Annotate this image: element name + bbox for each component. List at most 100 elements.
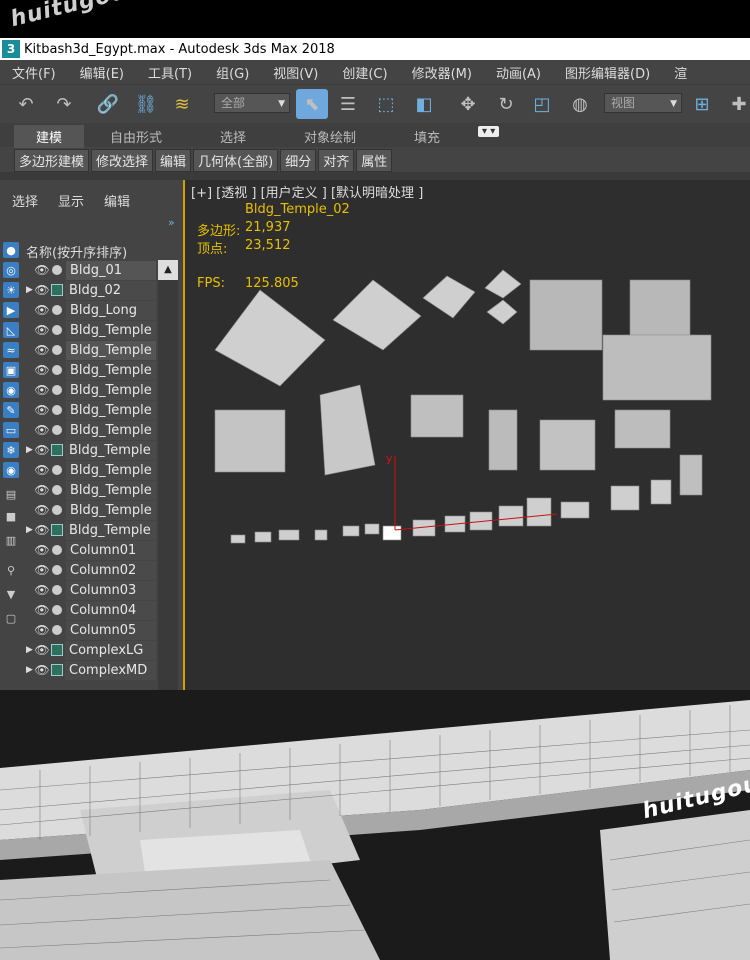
containers-filter-icon[interactable]: ▭ <box>3 422 19 438</box>
link-icon[interactable]: 🔗 <box>94 89 122 119</box>
visibility-eye-icon[interactable]: 👁 <box>34 583 50 597</box>
list-item[interactable]: ▶ 👁 Bldg_02 <box>26 280 156 300</box>
rect-selection-icon[interactable]: ⬚ <box>372 89 400 119</box>
list-item[interactable]: 👁 Bldg_Temple <box>26 460 156 480</box>
list-item[interactable]: 👁 Column03 <box>26 580 156 600</box>
visibility-eye-icon[interactable]: 👁 <box>34 263 50 277</box>
menu-animation[interactable]: 动画(A) <box>496 63 541 82</box>
visibility-eye-icon[interactable]: 👁 <box>34 443 50 457</box>
ribbon-subdivision[interactable]: 细分 <box>280 148 317 172</box>
unlink-icon[interactable]: ⛓ <box>132 89 160 119</box>
hidden-filter-icon[interactable]: ◉ <box>3 462 19 478</box>
tab-selection[interactable]: 选择 <box>220 127 246 146</box>
menu-edit[interactable]: 编辑(E) <box>80 63 124 82</box>
ribbon-options-icon[interactable]: ▾ ▾ <box>478 126 500 137</box>
visibility-eye-icon[interactable]: 👁 <box>34 283 50 297</box>
menu-tools[interactable]: 工具(T) <box>148 63 192 82</box>
select-manipulate-icon[interactable]: ✚ <box>728 89 750 119</box>
bones-filter-icon[interactable]: ✎ <box>3 402 19 418</box>
select-object-icon[interactable]: ⬉ <box>296 89 328 119</box>
menu-rendering[interactable]: 渲 <box>674 63 687 82</box>
scroll-up-icon[interactable]: ▲ <box>158 260 178 280</box>
list-item[interactable]: 👁 Bldg_Temple <box>26 360 156 380</box>
visibility-eye-icon[interactable]: 👁 <box>34 523 50 537</box>
list-item[interactable]: ▶ 👁 Bldg_Temple <box>26 520 156 540</box>
expand-icon[interactable]: » <box>168 216 175 229</box>
visibility-eye-icon[interactable]: 👁 <box>34 543 50 557</box>
rotate-icon[interactable]: ↻ <box>492 89 520 119</box>
scale-icon[interactable]: ◰ <box>528 89 556 119</box>
list-item[interactable]: 👁 Bldg_Temple <box>26 500 156 520</box>
list-item[interactable]: 👁 Bldg_Temple <box>26 340 156 360</box>
pivot-center-icon[interactable]: ⊞ <box>688 89 716 119</box>
ribbon-poly-modeling[interactable]: 多边形建模 <box>14 148 90 172</box>
groups-filter-icon[interactable]: ▣ <box>3 362 19 378</box>
visibility-eye-icon[interactable]: 👁 <box>34 343 50 357</box>
visibility-eye-icon[interactable]: 👁 <box>34 383 50 397</box>
reference-coord-dropdown[interactable]: 视图 <box>604 93 682 113</box>
menu-view[interactable]: 视图(V) <box>273 63 318 82</box>
selection-filter-dropdown[interactable]: 全部 <box>214 93 290 113</box>
list-item[interactable]: 👁 Bldg_Temple <box>26 480 156 500</box>
visibility-eye-icon[interactable]: 👁 <box>34 643 50 657</box>
menu-file[interactable]: 文件(F) <box>12 63 56 82</box>
list-item[interactable]: 👁 Bldg_Temple <box>26 420 156 440</box>
menu-group[interactable]: 组(G) <box>216 63 249 82</box>
visibility-eye-icon[interactable]: 👁 <box>34 603 50 617</box>
xrefs-filter-icon[interactable]: ◉ <box>3 382 19 398</box>
visibility-eye-icon[interactable]: 👁 <box>34 483 50 497</box>
visibility-eye-icon[interactable]: 👁 <box>34 303 50 317</box>
list-item[interactable]: 👁 Column01 <box>26 540 156 560</box>
tab-object-paint[interactable]: 对象绘制 <box>304 127 356 146</box>
visibility-eye-icon[interactable]: 👁 <box>34 463 50 477</box>
place-icon[interactable]: ◍ <box>566 89 594 119</box>
expand-arrow-icon[interactable]: ▶ <box>26 525 34 535</box>
list-scrollbar[interactable]: ▲ <box>158 260 178 690</box>
visibility-eye-icon[interactable]: 👁 <box>34 363 50 377</box>
lights-filter-icon[interactable]: ☀ <box>3 282 19 298</box>
frozen-filter-icon[interactable]: ❄ <box>3 442 19 458</box>
select-by-name-icon[interactable]: ☰ <box>334 89 362 119</box>
ribbon-edit[interactable]: 编辑 <box>155 148 192 172</box>
list-item[interactable]: 👁 Bldg_Temple <box>26 320 156 340</box>
expand-arrow-icon[interactable]: ▶ <box>26 285 34 295</box>
undo-icon[interactable]: ↶ <box>12 89 40 119</box>
ribbon-geometry-all[interactable]: 几何体(全部) <box>193 148 279 172</box>
list-item[interactable]: ▶ 👁 Bldg_Temple <box>26 440 156 460</box>
geometry-filter-icon[interactable]: ● <box>3 242 19 258</box>
ribbon-align[interactable]: 对齐 <box>318 148 355 172</box>
name-column-header[interactable]: 名称(按升序排序) <box>26 242 127 261</box>
expand-arrow-icon[interactable]: ▶ <box>26 645 34 655</box>
tab-modeling[interactable]: 建模 <box>14 125 84 148</box>
scene-tab-display[interactable]: 显示 <box>58 191 84 210</box>
bind-spacewarp-icon[interactable]: ≋ <box>168 89 196 119</box>
shapes-filter-icon[interactable]: ◎ <box>3 262 19 278</box>
list-item[interactable]: 👁 Column02 <box>26 560 156 580</box>
window-crossing-icon[interactable]: ◧ <box>410 89 438 119</box>
visibility-eye-icon[interactable]: 👁 <box>34 563 50 577</box>
redo-icon[interactable]: ↷ <box>50 89 78 119</box>
menu-graph-editors[interactable]: 图形编辑器(D) <box>565 63 650 82</box>
layer-icon[interactable]: ▢ <box>3 610 19 626</box>
visibility-eye-icon[interactable]: 👁 <box>34 423 50 437</box>
filter-settings-icon[interactable]: ⚲ <box>3 562 19 578</box>
expand-arrow-icon[interactable]: ▶ <box>26 445 34 455</box>
display-none-icon[interactable]: ■ <box>3 508 19 524</box>
ribbon-properties[interactable]: 属性 <box>356 148 393 172</box>
visibility-eye-icon[interactable]: 👁 <box>34 623 50 637</box>
list-item[interactable]: 👁 Bldg_Long <box>26 300 156 320</box>
tab-populate[interactable]: 填充 <box>414 127 440 146</box>
move-icon[interactable]: ✥ <box>454 89 482 119</box>
filter-icon[interactable]: ▼ <box>3 586 19 602</box>
list-item[interactable]: 👁 Bldg_Temple <box>26 380 156 400</box>
scene-tab-select[interactable]: 选择 <box>12 191 38 210</box>
perspective-viewport[interactable]: [+] [透视 ] [用户定义 ] [默认明暗处理 ] Bldg_Temple_… <box>183 180 750 690</box>
list-item[interactable]: 👁 Bldg_01 <box>26 260 156 280</box>
visibility-eye-icon[interactable]: 👁 <box>34 663 50 677</box>
tab-freeform[interactable]: 自由形式 <box>110 127 162 146</box>
list-item[interactable]: 👁 Column05 <box>26 620 156 640</box>
list-item[interactable]: ▶ 👁 ComplexLG <box>26 640 156 660</box>
ribbon-modify-selection[interactable]: 修改选择 <box>91 148 154 172</box>
visibility-eye-icon[interactable]: 👁 <box>34 323 50 337</box>
list-item[interactable]: 👁 Bldg_Temple <box>26 400 156 420</box>
